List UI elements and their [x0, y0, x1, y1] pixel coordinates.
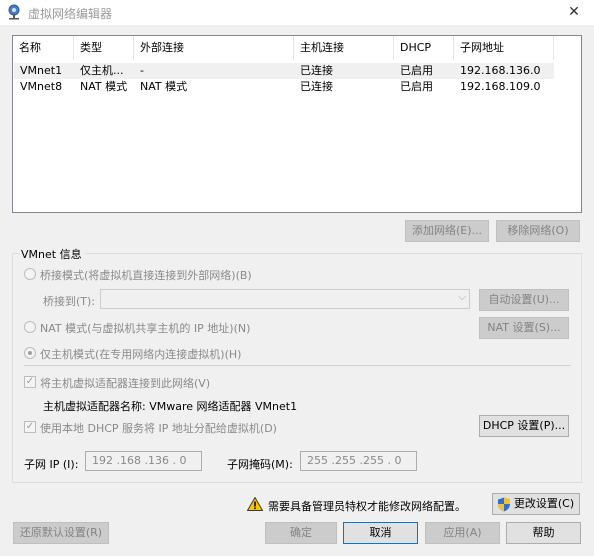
subnet-mask-field[interactable]: 255 .255 .255 . 0 — [300, 451, 417, 471]
help-button[interactable]: 帮助 — [506, 522, 581, 544]
cell-external: NAT 模式 — [140, 80, 188, 93]
host-only-mode-label: 仅主机模式(在专用网络内连接虚拟机)(H) — [40, 348, 242, 361]
add-network-button[interactable]: 添加网络(E)... — [405, 220, 489, 242]
subnet-mask-label: 子网掩码(M): — [227, 458, 293, 471]
cell-host: 已连接 — [300, 80, 333, 93]
cell-subnet: 192.168.136.0 — [460, 64, 541, 77]
connect-adapter-checkbox[interactable]: ✓ — [24, 376, 36, 388]
chevron-down-icon: ⌵ — [458, 292, 466, 303]
cell-name: VMnet1 — [20, 64, 63, 77]
dhcp-settings-button[interactable]: DHCP 设置(P)... — [479, 415, 569, 437]
change-settings-label: 更改设置(C) — [513, 497, 575, 510]
cell-external: - — [140, 64, 144, 77]
ok-button[interactable]: 确定 — [265, 522, 337, 544]
vmnet-info-label: VMnet 信息 — [18, 246, 85, 262]
column-header-external[interactable]: 外部连接 — [134, 36, 294, 60]
host-only-mode-radio[interactable] — [24, 347, 36, 359]
table-row[interactable]: VMnet1 仅主机... - 已连接 已启用 192.168.136.0 — [14, 63, 554, 79]
bridged-to-label: 桥接到(T): — [43, 295, 96, 308]
network-list[interactable]: 名称 类型 外部连接 主机连接 DHCP 子网地址 VMnet1 仅主机... … — [12, 35, 582, 213]
warning-icon — [247, 497, 263, 511]
cell-host: 已连接 — [300, 64, 333, 77]
use-dhcp-checkbox[interactable]: ✓ — [24, 421, 36, 433]
connect-adapter-label: 将主机虚拟适配器连接到此网络(V) — [40, 377, 211, 390]
cell-type: 仅主机... — [80, 64, 124, 77]
cell-name: VMnet8 — [20, 80, 63, 93]
admin-notice: 需要具备管理员特权才能修改网络配置。 — [268, 500, 466, 513]
title-bar: 虚拟网络编辑器 ✕ — [0, 0, 594, 26]
divider — [24, 365, 571, 366]
remove-network-button[interactable]: 移除网络(O) — [496, 220, 580, 242]
apply-button[interactable]: 应用(A) — [425, 522, 500, 544]
restore-defaults-button[interactable]: 还原默认设置(R) — [13, 522, 109, 544]
close-icon[interactable]: ✕ — [567, 5, 581, 19]
adapter-name-label: 主机虚拟适配器名称: VMware 网络适配器 VMnet1 — [43, 400, 298, 413]
column-header-dhcp[interactable]: DHCP — [394, 36, 454, 60]
nat-mode-radio[interactable] — [24, 321, 36, 333]
column-header-type[interactable]: 类型 — [74, 36, 134, 60]
cell-subnet: 192.168.109.0 — [460, 80, 541, 93]
vmnet-info-group — [12, 253, 582, 483]
subnet-ip-label: 子网 IP (I): — [24, 458, 79, 471]
column-header-subnet[interactable]: 子网地址 — [454, 36, 554, 60]
network-editor-icon — [8, 4, 20, 20]
auto-settings-button[interactable]: 自动设置(U)... — [479, 289, 569, 311]
column-header-host[interactable]: 主机连接 — [294, 36, 394, 60]
window-title: 虚拟网络编辑器 — [28, 7, 113, 21]
bridged-to-select[interactable]: ⌵ — [100, 289, 470, 309]
cancel-button[interactable]: 取消 — [343, 522, 418, 544]
bridged-mode-label: 桥接模式(将虚拟机直接连接到外部网络)(B) — [40, 269, 252, 282]
table-row[interactable]: VMnet8 NAT 模式 NAT 模式 已连接 已启用 192.168.109… — [14, 79, 554, 95]
cell-type: NAT 模式 — [80, 80, 128, 93]
cell-dhcp: 已启用 — [400, 64, 433, 77]
nat-mode-label: NAT 模式(与虚拟机共享主机的 IP 地址)(N) — [40, 322, 251, 335]
cell-dhcp: 已启用 — [400, 80, 433, 93]
use-dhcp-label: 使用本地 DHCP 服务将 IP 地址分配给虚拟机(D) — [40, 422, 277, 435]
shield-icon — [498, 497, 510, 512]
nat-settings-button[interactable]: NAT 设置(S)... — [479, 317, 569, 339]
bridged-mode-radio[interactable] — [24, 268, 36, 280]
subnet-ip-field[interactable]: 192 .168 .136 . 0 — [85, 451, 202, 471]
column-header-name[interactable]: 名称 — [13, 36, 74, 60]
